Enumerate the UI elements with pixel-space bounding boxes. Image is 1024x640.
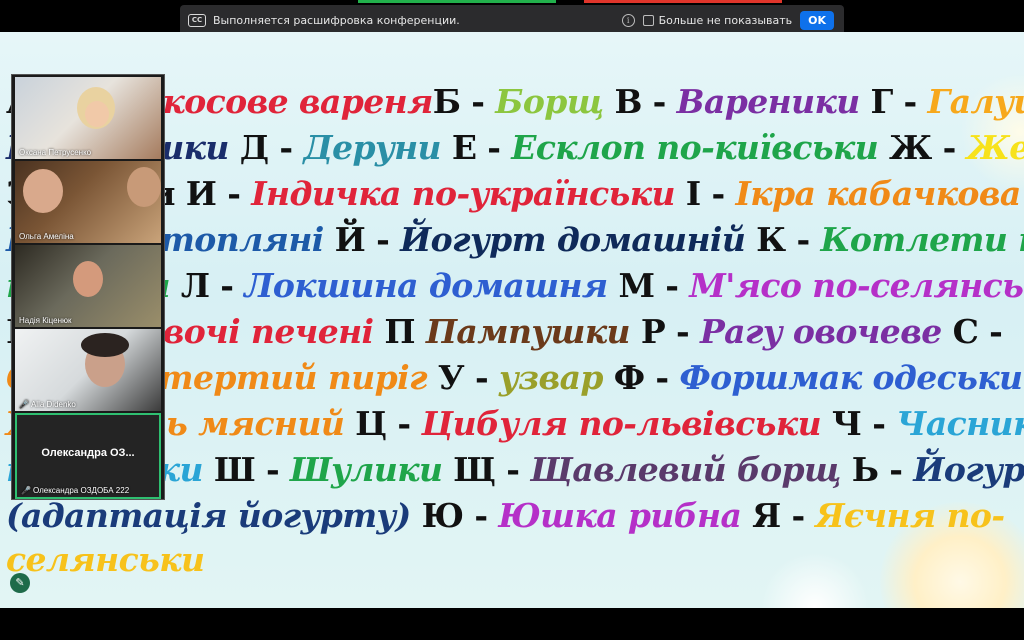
participant-name: Оксана Петрусенко <box>19 148 92 157</box>
slide-text-segment: Ю - <box>421 496 499 535</box>
slide-text-segment: Котлети по- <box>820 220 1024 259</box>
slide-text-segment: Й - <box>334 220 401 259</box>
slide-text-segment: Індичка по-українськи <box>251 174 686 213</box>
slide-text-segment: Локшина домашня <box>244 266 619 305</box>
slide-text-segment: Ь - <box>851 450 914 489</box>
slide-text-segment: Д - <box>239 128 304 167</box>
participant-tile[interactable]: Оксана Петрусенко <box>15 77 161 159</box>
slide-text-segment: І - <box>685 174 736 213</box>
slide-text-segment: Деруни <box>303 128 452 167</box>
participant-name: Надія Кіценюк <box>19 316 72 325</box>
slide-text-segment: (адаптація йогурту) <box>6 496 422 535</box>
slide-text-segment: Г - <box>870 82 928 121</box>
slide-text-segment: Ф - <box>613 358 680 397</box>
slide-text-segment: Галушки <box>927 82 1024 121</box>
closed-captions-icon: CC <box>188 14 206 27</box>
participant-tile[interactable]: Надія Кіценюк <box>15 245 161 327</box>
slide-text-segment: Борщ <box>495 82 615 121</box>
slide-text-segment: В - <box>614 82 677 121</box>
mic-muted-icon: 🎤 <box>19 400 29 409</box>
slide-text-segment: У - <box>437 358 499 397</box>
slide-text-segment: Ц - <box>355 404 422 443</box>
participant-video <box>81 333 129 357</box>
participant-video <box>85 101 109 127</box>
slide-text-segment: Вареники <box>676 82 871 121</box>
slide-text-segment: П <box>384 312 426 351</box>
slide-text-segment: М - <box>618 266 690 305</box>
slide-text-segment: Юшка рибна <box>498 496 753 535</box>
slide-text-segment: Часникові <box>896 404 1024 443</box>
slide-text-segment: Есклоп по-київськи <box>511 128 890 167</box>
slide-text-segment: Е - <box>451 128 512 167</box>
participant-video <box>23 169 63 213</box>
slide-text-segment: Шулики <box>289 450 454 489</box>
slide-text-segment: Ж - <box>889 128 967 167</box>
slide-text-segment: М'ясо по-селянськи <box>689 266 1024 305</box>
slide-text-segment: Форшмак одеський <box>679 358 1024 397</box>
slide-text-segment: Овочі печені <box>134 312 385 351</box>
slide-text-segment: Желе <box>966 128 1024 167</box>
notice-text: Выполняется расшифровка конференции. <box>213 14 460 27</box>
slide-text-segment: Л - <box>180 266 245 305</box>
participant-tile[interactable]: 🎤 Alla Didenko <box>15 329 161 411</box>
bottom-bar <box>0 608 1024 640</box>
bokeh-light <box>760 552 870 608</box>
participant-video <box>73 261 103 297</box>
slide-text-segment: И - <box>185 174 252 213</box>
participant-name: Ольга Амеліна <box>19 232 74 241</box>
participant-name: 🎤 Alla Didenko <box>19 400 76 409</box>
pencil-icon[interactable]: ✎ <box>10 573 30 593</box>
slide-line: (адаптація йогурту) Ю - Юшка рибна Я - Я… <box>6 496 1006 535</box>
ok-button[interactable]: OK <box>800 11 834 30</box>
slide-text-segment: Б - <box>432 82 496 121</box>
slide-text-segment: Яєчня по- <box>815 496 1006 535</box>
share-indicator-red <box>584 0 782 3</box>
info-icon[interactable]: i <box>621 14 635 27</box>
slide-text-segment: Ч - <box>831 404 897 443</box>
slide-text-segment: Р - <box>640 312 700 351</box>
slide-text-segment: Я - <box>752 496 816 535</box>
slide-text-segment: узвар <box>498 358 614 397</box>
participant-display-name: Олександра ОЗ... <box>41 447 135 459</box>
participant-video <box>127 167 161 207</box>
dont-show-checkbox[interactable] <box>642 15 654 26</box>
slide-text-segment: К - <box>756 220 821 259</box>
participants-panel[interactable]: Оксана Петрусенко Ольга Амеліна Надія Кі… <box>11 74 165 500</box>
slide-text-segment: Ш - <box>213 450 290 489</box>
participant-name: 🎤 Олександра ОЗДОБА 222 <box>21 486 130 495</box>
slide-text-segment: Рагу овочеве <box>699 312 953 351</box>
dont-show-label[interactable]: Больше не показывать <box>659 14 793 27</box>
participant-tile-active[interactable]: Олександра ОЗ... 🎤 Олександра ОЗДОБА 222 <box>15 413 161 499</box>
slide-text-segment: Цибуля по-львівськи <box>421 404 832 443</box>
participant-tile[interactable]: Ольга Амеліна <box>15 161 161 243</box>
slide-text-segment: селянськи <box>6 540 205 579</box>
slide-text-segment: Йогурт <box>913 450 1024 489</box>
slide-text-segment: Йогурт домашній <box>400 220 757 259</box>
slide-text-segment: Щ - <box>453 450 531 489</box>
mic-muted-icon: 🎤 <box>21 486 31 495</box>
share-indicator-green <box>358 0 556 3</box>
slide-text-segment: С - <box>952 312 1003 351</box>
slide-line: селянськи <box>6 540 205 579</box>
slide-text-segment: Щавлевий борщ <box>530 450 852 489</box>
slide-text-segment: Ікра кабачкова <box>735 174 1024 213</box>
slide-text-segment: Пампушки <box>425 312 641 351</box>
